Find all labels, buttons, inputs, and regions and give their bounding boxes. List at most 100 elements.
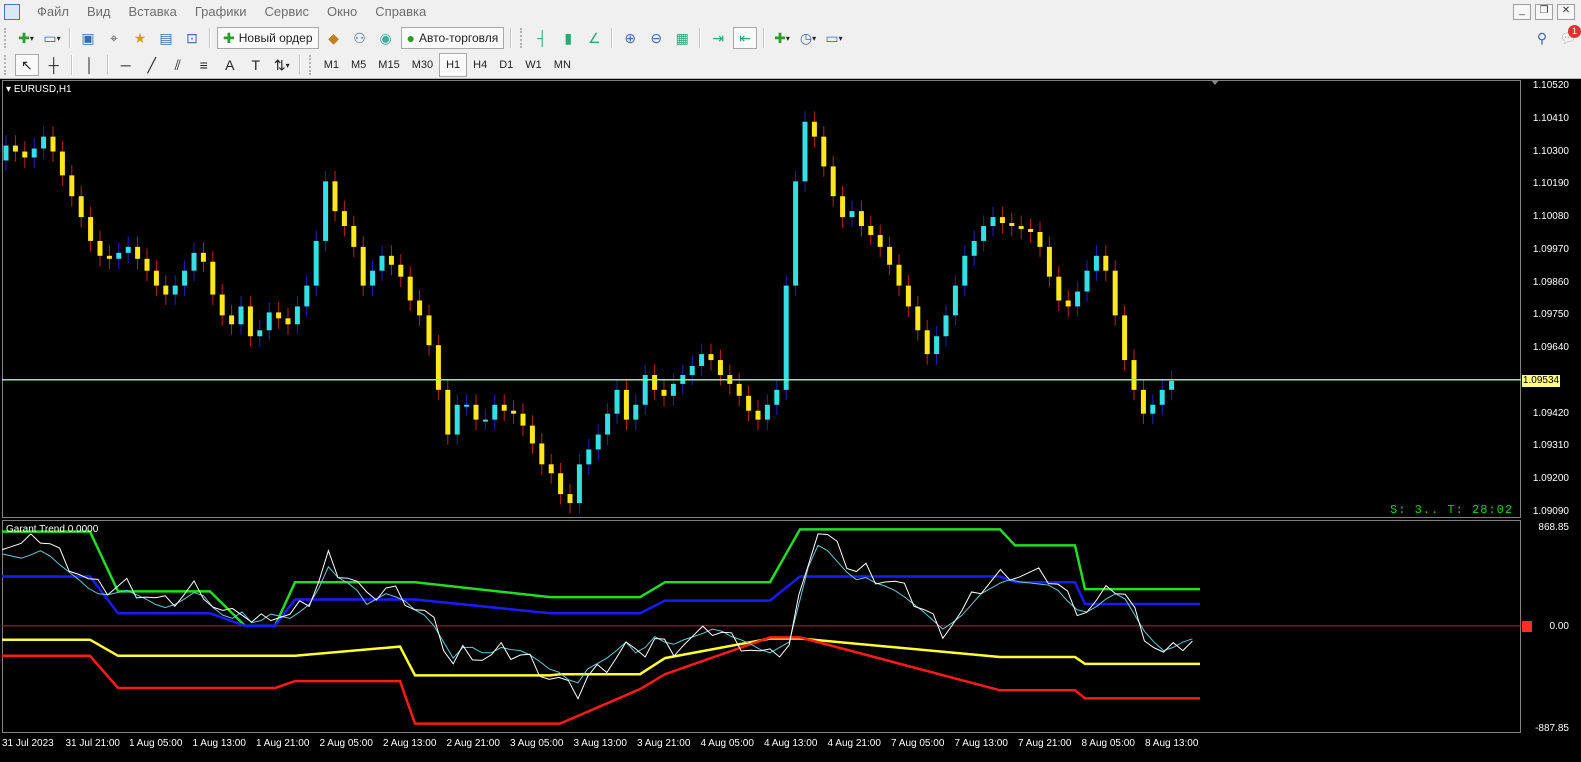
candle-body — [360, 246, 366, 286]
candle-body — [605, 413, 611, 435]
candle-body — [558, 473, 564, 495]
candle-body — [755, 410, 761, 420]
price-axis-label: 1.09750 — [1532, 309, 1569, 321]
candle-body — [482, 419, 488, 422]
candle-body — [163, 285, 169, 295]
candle-body — [793, 181, 799, 286]
candle-body — [774, 389, 780, 405]
candle-body — [887, 246, 893, 265]
candle-body — [576, 464, 582, 504]
time-axis-label: 3 Aug 05:00 — [510, 738, 564, 749]
candle-body — [717, 360, 723, 375]
candle-body — [567, 494, 573, 504]
candle-body — [1046, 246, 1052, 277]
candle-body — [294, 306, 300, 325]
candle-body — [811, 121, 817, 137]
candle-body — [529, 425, 535, 444]
indicator-zero-marker — [1522, 621, 1532, 632]
time-axis-label: 2 Aug 05:00 — [319, 738, 373, 749]
price-axis-label: 1.09860 — [1532, 276, 1569, 288]
candle-body — [971, 240, 977, 256]
candle-body — [144, 258, 150, 271]
candle-body — [821, 136, 827, 167]
time-axis-label: 1 Aug 21:00 — [256, 738, 310, 749]
price-axis-label: 1.09970 — [1532, 243, 1569, 255]
candle-body — [257, 330, 263, 337]
candle-body — [905, 285, 911, 307]
candle-body — [840, 196, 846, 218]
chart-shift-marker — [1211, 80, 1219, 85]
candle-body — [464, 404, 470, 407]
candle-body — [633, 404, 639, 420]
candle-body — [3, 145, 9, 161]
blue-band-line — [2, 575, 1200, 628]
candle-body — [407, 276, 413, 301]
chart-canvas — [1, 80, 1521, 725]
candle-body — [586, 449, 592, 465]
candle-body — [764, 404, 770, 420]
time-axis-label: 8 Aug 05:00 — [1081, 738, 1135, 749]
candle-body — [746, 395, 752, 411]
candle-body — [1028, 228, 1034, 232]
candle-body — [59, 151, 65, 176]
candle-body — [736, 383, 742, 396]
candle-body — [1131, 360, 1137, 390]
candle-body — [1093, 255, 1099, 271]
candle-body — [1037, 231, 1043, 247]
candle-body — [981, 226, 987, 241]
candle-body — [473, 404, 479, 420]
green-band-line — [2, 528, 1200, 628]
candle-body — [379, 255, 385, 271]
price-axis-label: 1.09090 — [1532, 506, 1569, 517]
candle-body — [689, 366, 695, 375]
candle-body — [172, 285, 178, 295]
candle-body — [78, 196, 84, 218]
red-band-line — [2, 636, 1200, 725]
candle-body — [445, 389, 451, 435]
candle-body — [868, 226, 874, 235]
candle-body — [934, 336, 940, 355]
candle-body — [116, 252, 122, 259]
candle-body — [210, 261, 216, 295]
candle-body — [1103, 255, 1109, 271]
price-axis-label: 1.10300 — [1532, 145, 1569, 157]
candle-body — [341, 211, 347, 227]
candle-body — [153, 270, 159, 286]
time-axis-label: 4 Aug 21:00 — [827, 738, 881, 749]
candle-body — [69, 175, 75, 197]
candle-body — [435, 345, 441, 390]
candle-body — [426, 315, 432, 346]
candle-body — [12, 145, 18, 152]
price-axis-label: 1.10080 — [1532, 211, 1569, 223]
candle-body — [783, 285, 789, 390]
candle-body — [191, 252, 197, 271]
candle-body — [106, 255, 112, 259]
candle-body — [877, 234, 883, 247]
price-axis-label: 1.09200 — [1532, 473, 1569, 485]
candle-body — [943, 315, 949, 337]
time-axis-label: 7 Aug 13:00 — [954, 738, 1008, 749]
candle-body — [388, 255, 394, 265]
candle-body — [1122, 315, 1128, 361]
candle-body — [1150, 404, 1156, 414]
candle-body — [351, 226, 357, 247]
price-axis-label: 1.09420 — [1532, 407, 1569, 419]
candle-body — [276, 312, 282, 319]
candle-body — [1009, 223, 1015, 227]
indicator-axis-max: 868.85 — [1538, 522, 1569, 533]
candle-body — [802, 121, 808, 182]
candle-body — [370, 270, 376, 286]
time-axis-label: 31 Jul 2023 — [2, 738, 54, 749]
candle-body — [398, 264, 404, 277]
time-axis-label: 2 Aug 21:00 — [446, 738, 500, 749]
candle-body — [548, 464, 554, 474]
candle-body — [200, 252, 206, 262]
candle-body — [952, 285, 958, 316]
price-axis-label: 1.09640 — [1532, 342, 1569, 354]
candle-body — [924, 330, 930, 355]
time-axis-label: 4 Aug 05:00 — [700, 738, 754, 749]
time-axis-label: 1 Aug 13:00 — [192, 738, 246, 749]
price-axis-label: 1.10190 — [1532, 178, 1569, 190]
candle-body — [1056, 276, 1062, 301]
current-price-tag: 1.09534 — [1522, 375, 1560, 387]
